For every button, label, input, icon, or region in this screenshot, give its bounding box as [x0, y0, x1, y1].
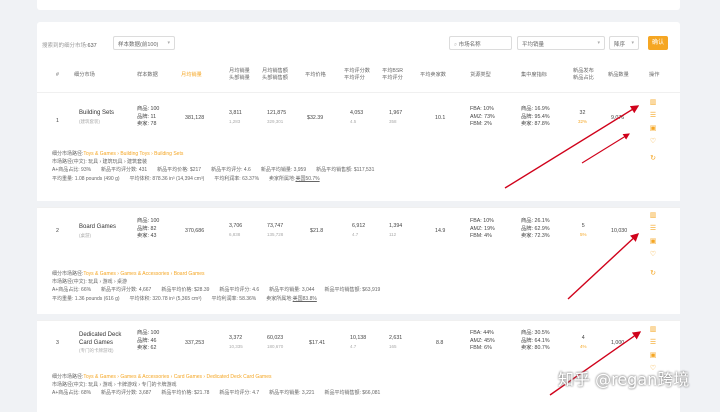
col-avg-price[interactable]: 平均价格 [305, 72, 326, 79]
col-avg-sellers[interactable]: 平均卖家数 [420, 72, 446, 79]
row-index: 2 [56, 228, 59, 234]
new-launch: 32 32% [578, 110, 588, 124]
sample-stats: 商品: 100 品牌: 82 卖家: 43 [137, 218, 160, 239]
avg-sales: 337,253 [185, 340, 205, 346]
col-mo-revenue[interactable]: 月均销售额 头部销售额 [262, 68, 288, 81]
col-avg-reviews[interactable]: 平均评分数 平均评分 [344, 68, 370, 81]
chart-icon[interactable]: ▥ [649, 326, 657, 334]
mo-sales: 3,811 1,283 [229, 110, 242, 124]
top-card [37, 0, 680, 10]
market-path-link[interactable]: Toys & Games › Games & Accessories › Car… [83, 374, 271, 380]
fulfillment: FBA: 10% AMZ: 73% FBM: 2% [470, 106, 495, 127]
avg-sellers: 10.1 [435, 115, 446, 121]
col-launch-count[interactable]: 新品数量 [608, 72, 629, 79]
sort-order-dropdown[interactable]: 降序 ▾ [609, 36, 639, 50]
list-icon[interactable]: ☰ [649, 225, 657, 233]
col-market[interactable]: 细分市场 [74, 72, 95, 79]
col-fulfillment[interactable]: 货源类型 [470, 72, 491, 79]
chart-icon[interactable]: ▥ [649, 212, 657, 220]
export-icon[interactable]: ▣ [649, 238, 657, 246]
chevron-down-icon: ▾ [631, 40, 634, 46]
avg-price: $32.39 [307, 115, 324, 121]
sample-stats: 商品: 100 品牌: 46 卖家: 62 [137, 330, 160, 351]
col-sample[interactable]: 样本数据 [137, 72, 158, 79]
sample-stats: 商品: 100 品牌: 11 卖家: 78 [137, 106, 160, 127]
favorite-icon[interactable]: ♡ [649, 251, 657, 259]
row-details: 细分市场路径:Toys & Games › Games & Accessorie… [52, 271, 381, 302]
export-icon[interactable]: ▣ [649, 125, 657, 133]
concentration: 商品: 26.1% 品牌: 62.9% 卖家: 72.3% [521, 218, 550, 239]
watermark: 知乎 @regan跨境 [558, 370, 690, 389]
launch-count: 9,076 [611, 115, 625, 121]
table-row: 1 Building Sets (建筑套装) 商品: 100 品牌: 11 卖家: 7… [37, 92, 680, 202]
row-index: 3 [56, 340, 59, 346]
market-path-link[interactable]: Toys & Games › Games & Accessories › Boa… [83, 271, 204, 277]
confirm-button[interactable]: 确认 [648, 36, 668, 50]
search-input[interactable]: ⌕ 市场名称 [449, 36, 512, 50]
market-name[interactable]: Dedicated Deck Card Games (专门的卡牌游戏) [79, 332, 121, 355]
col-num: # [56, 72, 59, 78]
new-launch: 4 4% [580, 335, 587, 349]
launch-count: 10,030 [611, 228, 628, 234]
chevron-down-icon: ▾ [597, 40, 600, 46]
row-details: 细分市场路径:Toys & Games › Games & Accessorie… [52, 374, 381, 397]
avg-price: $17.41 [309, 340, 326, 346]
avg-reviews: 10,138 4.7 [350, 335, 367, 349]
list-icon[interactable]: ☰ [649, 112, 657, 120]
market-path-link[interactable]: Toys & Games › Building Toys › Building … [83, 151, 183, 157]
avg-sales: 370,686 [185, 228, 205, 234]
avg-reviews: 4,053 4.5 [350, 110, 364, 124]
row-index: 1 [56, 118, 59, 124]
concentration: 商品: 30.5% 品牌: 64.1% 卖家: 80.7% [521, 330, 550, 351]
avg-sellers: 8.8 [436, 340, 444, 346]
avg-bsr: 1,394 112 [389, 223, 403, 237]
col-avg-bsr[interactable]: 平均BSR 平均评分 [382, 68, 403, 81]
mo-revenue: 73,747 135,728 [267, 223, 284, 237]
export-icon[interactable]: ▣ [649, 352, 657, 360]
col-avg-sales[interactable]: 月均销量 [181, 72, 202, 79]
col-action: 操作 [649, 72, 660, 78]
chart-icon[interactable]: ▥ [649, 99, 657, 107]
refresh-icon[interactable]: ↻ [649, 155, 657, 163]
concentration: 商品: 16.9% 品牌: 95.4% 卖家: 87.8% [521, 106, 550, 127]
mo-revenue: 60,023 180,670 [267, 335, 284, 349]
market-name[interactable]: Board Games (桌游) [79, 224, 116, 239]
sample-dropdown[interactable]: 样本数据(前100) ▾ [113, 36, 175, 50]
row-details: 细分市场路径:Toys & Games › Building Toys › Bu… [52, 151, 375, 182]
avg-reviews: 6,912 4.7 [352, 223, 366, 237]
new-launch: 5 5% [580, 223, 587, 237]
table-row: 2 Board Games (桌游) 商品: 100 品牌: 82 卖家: 43 37… [37, 207, 680, 315]
chevron-down-icon: ▾ [167, 40, 170, 46]
market-list-panel: 搜索到的细分市场:637 样本数据(前100) ▾ ⌕ 市场名称 平均销量 ▾ 降序… [37, 22, 680, 412]
refresh-icon[interactable]: ↻ [649, 270, 657, 278]
avg-bsr: 2,631 165 [389, 335, 403, 349]
sort-field-dropdown[interactable]: 平均销量 ▾ [517, 36, 605, 50]
col-new-launch[interactable]: 新品发布 新品占比 [573, 68, 594, 81]
market-name[interactable]: Building Sets (建筑套装) [79, 110, 114, 125]
mo-sales: 3,706 6,838 [229, 223, 243, 237]
mo-sales: 3,372 10,335 [229, 335, 243, 349]
avg-bsr: 1,967 358 [389, 110, 403, 124]
fulfillment: FBA: 10% AMZ: 19% FBM: 4% [470, 218, 495, 239]
col-concentration[interactable]: 集中度指标 [521, 72, 547, 79]
launch-count: 1,000 [611, 340, 625, 346]
table-header: # 细分市场 样本数据 月均销量 月均销量 头部销量 月均销售额 头部销售额 平均价… [37, 66, 680, 86]
toolbar: 搜索到的细分市场:637 样本数据(前100) ▾ ⌕ 市场名称 平均销量 ▾ 降序… [37, 34, 680, 54]
avg-price: $21.8 [310, 228, 324, 234]
favorite-icon[interactable]: ♡ [649, 138, 657, 146]
fulfillment: FBA: 44% AMZ: 45% FBM: 6% [470, 330, 495, 351]
list-icon[interactable]: ☰ [649, 339, 657, 347]
col-mo-sales[interactable]: 月均销量 头部销量 [229, 68, 250, 81]
result-count: 搜索到的细分市场:637 [42, 43, 97, 49]
mo-revenue: 121,875 329,301 [267, 110, 287, 124]
avg-sellers: 14.9 [435, 228, 446, 234]
avg-sales: 381,128 [185, 115, 205, 121]
